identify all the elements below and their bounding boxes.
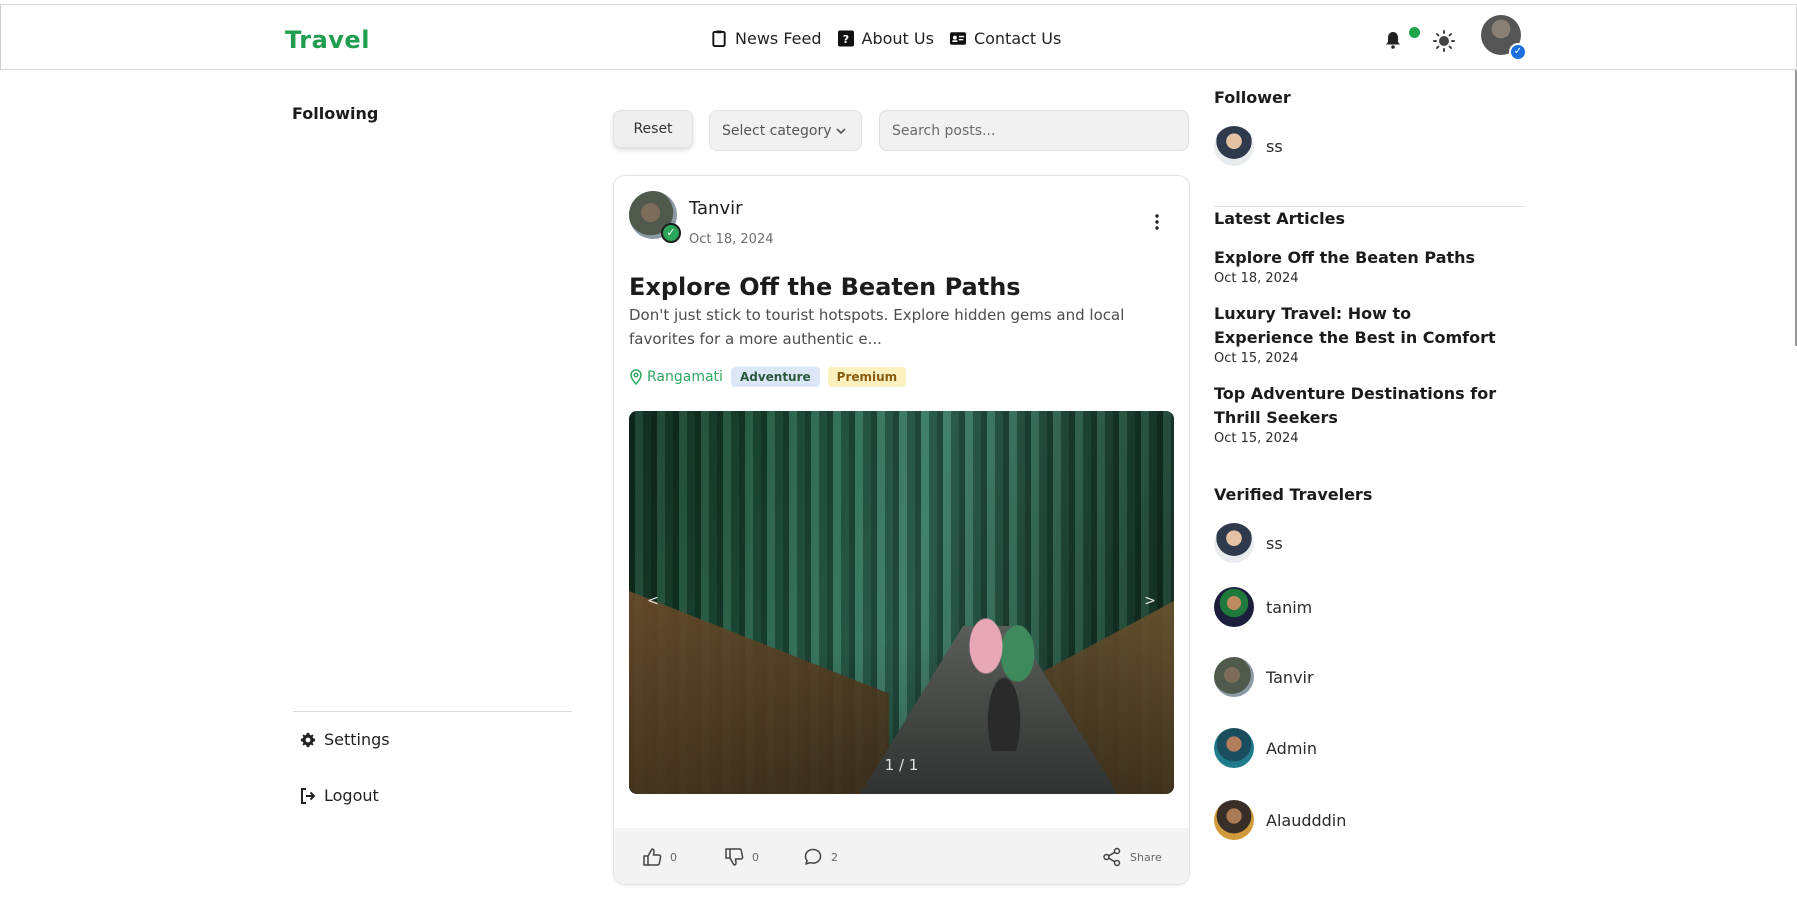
article-title: Luxury Travel: How to Experience the Bes…: [1214, 304, 1496, 347]
traveler-name: Tanvir: [1266, 667, 1314, 687]
verified-traveler-item[interactable]: tanim: [1214, 587, 1312, 627]
chevron-down-icon: [836, 128, 846, 135]
share-icon: [1103, 847, 1121, 867]
follower-name: ss: [1266, 136, 1283, 156]
traveler-name: ss: [1266, 533, 1283, 553]
theme-toggle-sun-icon[interactable]: [1433, 30, 1455, 52]
map-pin-icon: [630, 369, 642, 385]
header-actions: ✓: [1385, 15, 1527, 61]
carousel-counter: 1 / 1: [884, 756, 919, 774]
article-title: Top Adventure Destinations for Thrill Se…: [1214, 384, 1497, 427]
bell-icon: [1386, 32, 1400, 49]
post-title[interactable]: Explore Off the Beaten Paths: [629, 273, 1021, 301]
verified-badge-icon: ✓: [1509, 43, 1527, 61]
nav-about-us[interactable]: ? About Us: [837, 29, 934, 48]
post-author-name[interactable]: Tanvir: [689, 198, 743, 219]
verified-check-icon: ✓: [661, 223, 681, 243]
more-options-icon[interactable]: [1149, 213, 1165, 231]
right-divider: [1214, 206, 1525, 207]
notification-dot: [1409, 27, 1420, 38]
tag-premium: Premium: [827, 367, 907, 387]
category-select[interactable]: Select category: [709, 110, 862, 151]
traveler-name: Admin: [1266, 738, 1317, 758]
share-button[interactable]: Share: [1102, 847, 1162, 867]
traveler-name: Alaudddin: [1266, 810, 1347, 830]
upvote-count: 0: [670, 850, 677, 864]
article-date: Oct 18, 2024: [1214, 271, 1299, 286]
nav-contact-us[interactable]: Contact Us: [949, 29, 1062, 48]
logout-label: Logout: [324, 786, 379, 805]
post-location-label: Rangamati: [647, 369, 723, 385]
article-date: Oct 15, 2024: [1214, 351, 1299, 366]
post-location[interactable]: Rangamati: [629, 369, 723, 385]
downvote-count: 0: [752, 850, 759, 864]
nav-about-us-label: About Us: [861, 29, 934, 48]
brand-logo[interactable]: Travel: [285, 26, 370, 54]
article-title: Explore Off the Beaten Paths: [1214, 248, 1476, 267]
user-avatar[interactable]: ✓: [1481, 15, 1527, 61]
avatar: [1214, 728, 1254, 768]
top-navbar: Travel News Feed ? About Us Contact Us ✓: [0, 4, 1797, 70]
follower-title: Follower: [1214, 88, 1291, 107]
following-title: Following: [292, 104, 379, 123]
avatar: [1214, 657, 1254, 697]
comment-count: 2: [831, 850, 838, 864]
category-select-value: Select category: [722, 122, 832, 139]
notifications-button[interactable]: [1385, 27, 1420, 51]
logout-icon: [301, 787, 316, 804]
image-detail-people: [959, 601, 1049, 751]
latest-articles-title: Latest Articles: [1214, 209, 1345, 228]
verified-travelers-title: Verified Travelers: [1214, 485, 1373, 504]
avatar: [1214, 587, 1254, 627]
question-icon: ?: [837, 30, 854, 47]
post-card: ✓ Tanvir Oct 18, 2024 Explore Off the Be…: [613, 175, 1190, 885]
tag-adventure[interactable]: Adventure: [730, 367, 820, 387]
verified-traveler-item[interactable]: Tanvir: [1214, 657, 1314, 697]
article-item[interactable]: Luxury Travel: How to Experience the Bes…: [1214, 302, 1514, 366]
clipboard-icon: [712, 30, 726, 47]
main-nav: News Feed ? About Us Contact Us: [711, 29, 1061, 48]
comment-button[interactable]: 2: [803, 847, 838, 867]
contact-card-icon: [949, 32, 966, 45]
verified-traveler-item[interactable]: ss: [1214, 523, 1283, 563]
article-item[interactable]: Top Adventure Destinations for Thrill Se…: [1214, 382, 1514, 446]
post-author-avatar[interactable]: ✓: [629, 191, 681, 243]
traveler-name: tanim: [1266, 597, 1313, 617]
article-item[interactable]: Explore Off the Beaten Paths Oct 18, 202…: [1214, 246, 1514, 286]
verified-traveler-item[interactable]: Alaudddin: [1214, 800, 1346, 840]
verified-traveler-item[interactable]: Admin: [1214, 728, 1317, 768]
avatar: [1214, 126, 1254, 166]
post-image-carousel[interactable]: < > 1 / 1: [629, 411, 1174, 794]
follower-item[interactable]: ss: [1214, 126, 1283, 166]
post-actions: 0 0 2 Share: [614, 828, 1189, 884]
svg-text:?: ?: [842, 33, 848, 46]
settings-link[interactable]: Settings: [300, 730, 390, 749]
article-date: Oct 15, 2024: [1214, 431, 1299, 446]
nav-news-feed[interactable]: News Feed: [711, 29, 822, 48]
carousel-prev-button[interactable]: <: [641, 587, 665, 615]
share-label: Share: [1130, 850, 1162, 864]
upvote-button[interactable]: 0: [642, 847, 677, 867]
logout-link[interactable]: Logout: [300, 786, 379, 805]
left-divider: [293, 711, 572, 712]
thumbs-down-icon: [725, 848, 744, 866]
settings-label: Settings: [324, 730, 390, 749]
thumbs-up-icon: [643, 848, 662, 866]
avatar: [1214, 800, 1254, 840]
downvote-button[interactable]: 0: [724, 847, 759, 867]
search-input[interactable]: [879, 110, 1189, 151]
nav-contact-us-label: Contact Us: [973, 29, 1062, 48]
avatar: [1214, 523, 1254, 563]
post-date: Oct 18, 2024: [689, 232, 774, 247]
comment-icon: [804, 848, 822, 865]
gear-icon: [300, 732, 316, 747]
nav-news-feed-label: News Feed: [735, 29, 822, 48]
post-excerpt: Don't just stick to tourist hotspots. Ex…: [629, 306, 1125, 348]
carousel-next-button[interactable]: >: [1138, 587, 1162, 615]
post-meta: Rangamati Adventure Premium: [629, 367, 907, 387]
reset-button[interactable]: Reset: [613, 110, 693, 148]
